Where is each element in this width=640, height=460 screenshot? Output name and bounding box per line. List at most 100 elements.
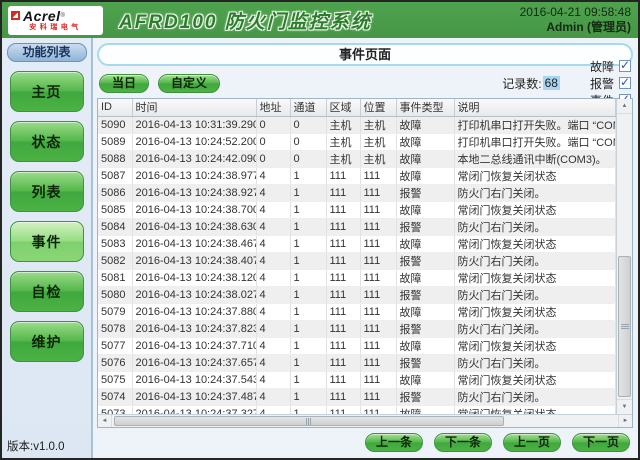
table-cell: 111 <box>360 184 397 202</box>
table-cell: 111 <box>326 252 361 270</box>
table-row[interactable]: 5084 2016-04-13 10:24:38.630 4 1 111 111 报警 防火门… <box>98 218 616 236</box>
scroll-left-icon[interactable]: ◄ <box>98 415 112 427</box>
column-header-0[interactable]: ID <box>98 99 133 117</box>
prev-item-button[interactable]: 上一条 <box>364 433 423 452</box>
scroll-down-icon[interactable]: ▼ <box>617 399 632 414</box>
next-item-button[interactable]: 下一条 <box>433 433 492 452</box>
table-cell: 防火门右门关闭。 <box>454 184 616 202</box>
table-cell: 1 <box>290 252 327 270</box>
app-window: Acrel ® 安科瑞电气 AFRD100 防火门监控系统 2016-04-21… <box>0 0 640 460</box>
table-cell: 2016-04-13 10:24:37.880 <box>132 303 257 321</box>
table-cell: 111 <box>360 235 397 253</box>
table-cell: 111 <box>326 337 361 355</box>
table-cell: 4 <box>256 286 291 304</box>
table-cell: 主机 <box>360 133 397 151</box>
table-row[interactable]: 5075 2016-04-13 10:24:37.543 4 1 111 111 故障 常闭门… <box>98 371 616 389</box>
table-row[interactable]: 5079 2016-04-13 10:24:37.880 4 1 111 111 故障 常闭门… <box>98 303 616 321</box>
column-header-6[interactable]: 事件类型 <box>396 99 455 117</box>
column-header-3[interactable]: 通道 <box>290 99 327 117</box>
custom-range-button[interactable]: 自定义 <box>158 73 221 93</box>
checkbox-alarm[interactable]: ✓ <box>619 75 631 89</box>
prev-page-button[interactable]: 上一页 <box>502 433 561 452</box>
table-row[interactable]: 50732016-04-13 10:24:37.32741111111故障常闭门… <box>98 405 616 414</box>
table-cell: 报警 <box>396 218 455 236</box>
table-row[interactable]: 5078 2016-04-13 10:24:37.823 4 1 111 111 报警 防火门… <box>98 320 616 338</box>
table-cell: 111 <box>360 371 397 389</box>
column-header-2[interactable]: 地址 <box>256 99 291 117</box>
sidebar-item-status[interactable]: 状态 <box>9 121 84 162</box>
table-row[interactable]: 5088 2016-04-13 10:24:42.090 0 0 主机 主机 故障 本地二总线… <box>98 150 616 168</box>
table-cell: 111 <box>326 303 361 321</box>
table-row[interactable]: 5090 2016-04-13 10:31:39.290 0 0 主机 主机 故障 打印机串口… <box>98 116 616 134</box>
table-cell: 111 <box>326 201 361 219</box>
scrollbar-grip-icon <box>306 417 312 425</box>
sidebar-item-list[interactable]: 列表 <box>9 171 84 212</box>
sidebar-item-home[interactable]: 主页 <box>9 71 84 112</box>
table-cell: 2016-04-13 10:24:37.487 <box>132 388 257 406</box>
sidebar-nav: 主页状态列表事件自检维护 <box>2 71 91 362</box>
table-cell: 主机 <box>360 150 397 168</box>
table-cell: 报警 <box>396 252 455 270</box>
table-cell: 111 <box>326 235 361 253</box>
next-page-button[interactable]: 下一页 <box>571 433 630 452</box>
table-row[interactable]: 5077 2016-04-13 10:24:37.710 4 1 111 111 故障 常闭门… <box>98 337 616 355</box>
vertical-scrollbar[interactable]: ▲ ▼ <box>616 99 632 414</box>
table-cell: 5082 <box>98 252 133 270</box>
vertical-scrollbar-thumb[interactable] <box>618 256 631 397</box>
filter-fault[interactable]: 故障 ✓ <box>590 58 631 75</box>
table-cell: 报警 <box>396 286 455 304</box>
table-row[interactable]: 5089 2016-04-13 10:24:52.200 0 0 主机 主机 故障 打印机串口… <box>98 133 616 151</box>
today-button[interactable]: 当日 <box>99 73 150 93</box>
event-table: ID 时间 地址 通道 区域 位置 事件类型 说明 5090 2016-04-13 10:31:… <box>98 99 616 414</box>
scrollbar-grip-icon <box>620 324 629 329</box>
table-cell: 2016-04-13 10:24:38.927 <box>132 184 257 202</box>
sidebar-item-maintain[interactable]: 维护 <box>9 321 84 362</box>
table-row[interactable]: 5076 2016-04-13 10:24:37.657 4 1 111 111 报警 防火门… <box>98 354 616 372</box>
table-row[interactable]: 5081 2016-04-13 10:24:38.120 4 1 111 111 故障 常闭门… <box>98 269 616 287</box>
table-cell: 5077 <box>98 337 133 355</box>
table-cell: 5078 <box>98 320 133 338</box>
table-cell: 4 <box>256 167 291 185</box>
table-row[interactable]: 5083 2016-04-13 10:24:38.467 4 1 111 111 故障 常闭门… <box>98 235 616 253</box>
table-cell: 1 <box>290 303 327 321</box>
horizontal-scrollbar-track[interactable] <box>112 415 618 427</box>
table-row[interactable]: 5086 2016-04-13 10:24:38.927 4 1 111 111 报警 防火门… <box>98 184 616 202</box>
table-cell: 111 <box>360 286 397 304</box>
table-cell: 111 <box>326 286 361 304</box>
table-row[interactable]: 5085 2016-04-13 10:24:38.700 4 1 111 111 故障 常闭门… <box>98 201 616 219</box>
table-cell: 常闭门恢复关闭状态 <box>454 235 616 253</box>
scroll-up-icon[interactable]: ▲ <box>617 99 632 114</box>
sidebar-item-event[interactable]: 事件 <box>9 221 84 262</box>
table-cell: 2016-04-13 10:24:42.090 <box>132 150 257 168</box>
table-cell: 2016-04-13 10:24:52.200 <box>132 133 257 151</box>
table-cell: 常闭门恢复关闭状态 <box>454 303 616 321</box>
table-cell: 0 <box>256 133 291 151</box>
table-row[interactable]: 5080 2016-04-13 10:24:38.027 4 1 111 111 报警 防火门… <box>98 286 616 304</box>
column-header-1[interactable]: 时间 <box>132 99 257 117</box>
column-header-4[interactable]: 区域 <box>326 99 361 117</box>
acrel-logo: Acrel ® 安科瑞电气 <box>8 5 103 35</box>
table-row[interactable]: 5087 2016-04-13 10:24:38.977 4 1 111 111 故障 常闭门… <box>98 167 616 185</box>
filter-alarm[interactable]: 报警 ✓ <box>590 75 631 92</box>
record-count-label: 记录数: <box>502 76 542 91</box>
table-row[interactable]: 5082 2016-04-13 10:24:38.407 4 1 111 111 报警 防火门… <box>98 252 616 270</box>
table-cell: 111 <box>326 388 361 406</box>
table-cell: 常闭门恢复关闭状态 <box>454 337 616 355</box>
table-cell: 4 <box>256 252 291 270</box>
table-cell: 故障 <box>396 167 455 185</box>
table-cell: 故障 <box>396 269 455 287</box>
scroll-right-icon[interactable]: ► <box>618 415 632 427</box>
column-header-7[interactable]: 说明 <box>454 99 616 117</box>
horizontal-scrollbar[interactable]: ◄ ► <box>98 414 632 427</box>
table-cell: 防火门右门关闭。 <box>454 286 616 304</box>
table-cell: 2016-04-13 10:24:38.467 <box>132 235 257 253</box>
version-label: 版本:v1.0.0 <box>7 441 65 453</box>
horizontal-scrollbar-thumb[interactable] <box>114 416 504 426</box>
table-cell: 主机 <box>326 116 361 134</box>
checkbox-fault[interactable]: ✓ <box>619 58 631 72</box>
sidebar-item-selfcheck[interactable]: 自检 <box>9 271 84 312</box>
filter-bar: 当日 自定义 记录数: 68 故障✓报警✓事件✓ <box>99 58 631 108</box>
column-header-5[interactable]: 位置 <box>360 99 397 117</box>
table-row[interactable]: 5074 2016-04-13 10:24:37.487 4 1 111 111 报警 防火门… <box>98 388 616 406</box>
table-cell: 1 <box>290 167 327 185</box>
